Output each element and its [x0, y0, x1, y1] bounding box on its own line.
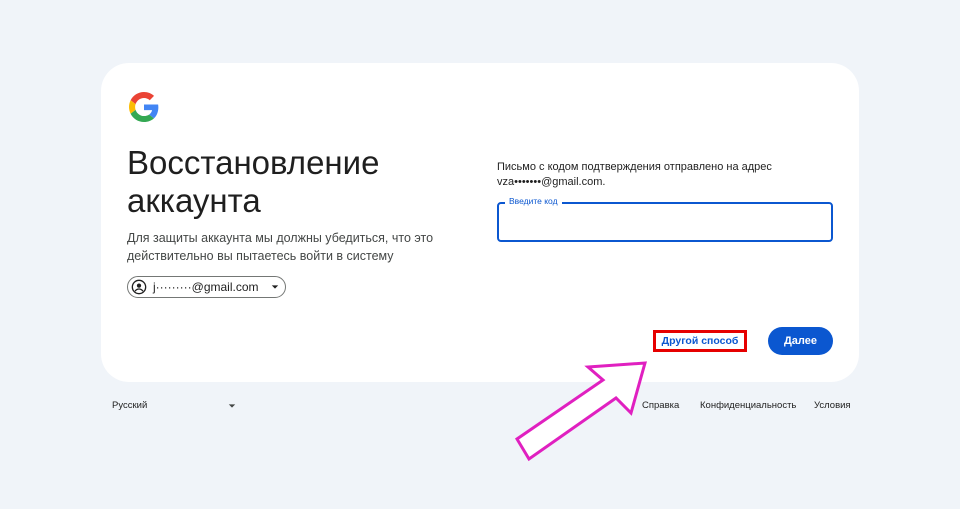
account-chip[interactable]: j·········@gmail.com: [127, 276, 286, 298]
code-field-label: Введите код: [505, 196, 562, 206]
recovery-card: Восстановление аккаунта Для защиты аккау…: [101, 63, 859, 382]
footer-link-privacy[interactable]: Конфиденциальность: [700, 400, 796, 411]
pink-arrow-icon: [508, 355, 658, 465]
code-input[interactable]: [499, 204, 831, 240]
verification-message-line1: Письмо с кодом подтверждения отправлено …: [497, 161, 772, 173]
language-select[interactable]: Русский: [112, 400, 236, 411]
google-g-icon: [129, 92, 159, 122]
caret-down-icon: [228, 402, 236, 410]
caret-down-icon: [271, 283, 279, 291]
page-subtitle: Для защиты аккаунта мы должны убедиться,…: [127, 231, 434, 263]
footer-link-terms[interactable]: Условия: [814, 400, 851, 411]
code-field[interactable]: Введите код: [497, 196, 833, 242]
next-button[interactable]: Далее: [768, 327, 833, 355]
verification-message-line2: vza•••••••@gmail.com.: [497, 176, 606, 188]
verification-message: Письмо с кодом подтверждения отправлено …: [497, 160, 827, 190]
page-title: Восстановление аккаунта: [127, 144, 380, 219]
language-label: Русский: [112, 400, 148, 411]
account-circle-icon: [131, 279, 147, 295]
account-email: j·········@gmail.com: [153, 280, 259, 294]
other-way-button[interactable]: Другой способ: [653, 330, 747, 352]
